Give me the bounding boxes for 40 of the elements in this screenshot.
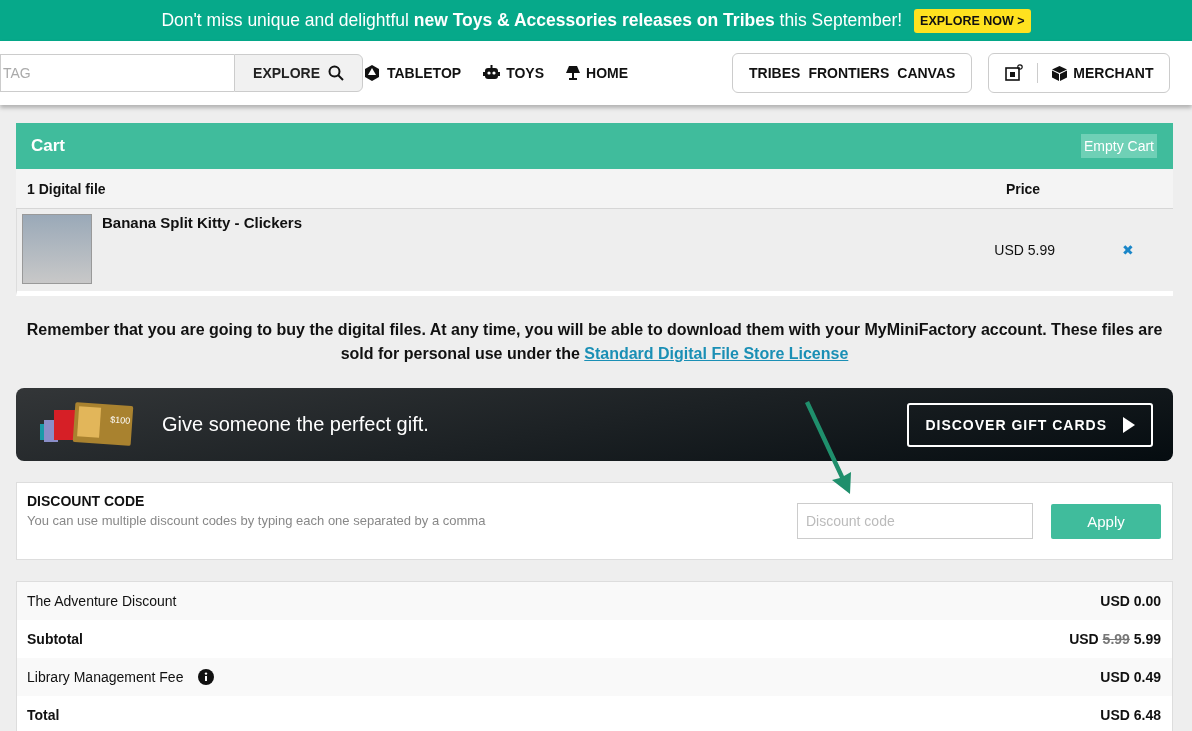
- search-icon: [328, 65, 344, 81]
- category-link[interactable]: TOYS: [483, 64, 545, 82]
- monitor-icon[interactable]: [1005, 64, 1024, 82]
- summary-label: Subtotal: [27, 631, 83, 647]
- product-name: Banana Split Kitty - Clickers: [101, 213, 304, 233]
- license-note: Remember that you are going to buy the digital files. At any time, you will be able to download them with your MyMiniFactory account. These files are sold for personal use under the Standard Digital File Store License: [25, 320, 1164, 364]
- tribes-link[interactable]: FRONTIERS: [808, 65, 890, 81]
- tribes-link[interactable]: TRIBES: [749, 65, 801, 81]
- tribes-link[interactable]: CANVAS: [897, 65, 956, 81]
- gift-cards-drawing: $100: [38, 401, 136, 448]
- category-link[interactable]: HOME: [566, 64, 629, 82]
- summary-amount: USD 5.99 5.99: [1069, 631, 1161, 647]
- promo-text: Don't miss unique and delightful new Toys & Accessories releases on Tribes this September!: [161, 10, 903, 31]
- explore-now-button[interactable]: EXPLORE NOW >: [914, 8, 1031, 33]
- play-icon: [1123, 416, 1135, 433]
- summary-amount: USD 6.48: [1100, 707, 1161, 723]
- discount-help-text: You can use multiple discount codes by typing each one separated by a comma: [27, 513, 487, 528]
- lamp-icon: [566, 65, 581, 81]
- column-header: 1 Digital file: [27, 180, 107, 197]
- cube-icon: [1052, 65, 1068, 81]
- summary-label: Library Management Fee: [27, 669, 184, 685]
- category-link[interactable]: TABLETOP: [363, 64, 462, 82]
- robot-icon: [483, 65, 501, 81]
- product-photo-placeholder: [22, 214, 92, 284]
- merchant-link[interactable]: MERCHANT: [1052, 65, 1154, 81]
- gift-promo-text: Give someone the perfect gift.: [162, 413, 430, 436]
- dice-icon: [363, 64, 381, 82]
- cart-title: Cart: [31, 136, 65, 156]
- summary-label: The Adventure Discount: [27, 593, 177, 609]
- info-icon[interactable]: [198, 669, 215, 685]
- discount-title: DISCOUNT CODE: [27, 493, 146, 509]
- summary-amount: USD 0.00: [1100, 593, 1161, 609]
- explore-search-button[interactable]: EXPLORE: [234, 54, 363, 92]
- discount-code-field[interactable]: Discount code: [797, 503, 1033, 539]
- summary-amount: USD 0.49: [1100, 669, 1161, 685]
- column-header: Price: [1004, 180, 1042, 197]
- summary-label: Total: [27, 707, 60, 723]
- discover-gift-cards-button[interactable]: DISCOVER GIFT CARDS: [907, 402, 1153, 447]
- search-field[interactable]: TAG: [0, 54, 235, 92]
- item-price: USD 5.99: [993, 242, 1056, 258]
